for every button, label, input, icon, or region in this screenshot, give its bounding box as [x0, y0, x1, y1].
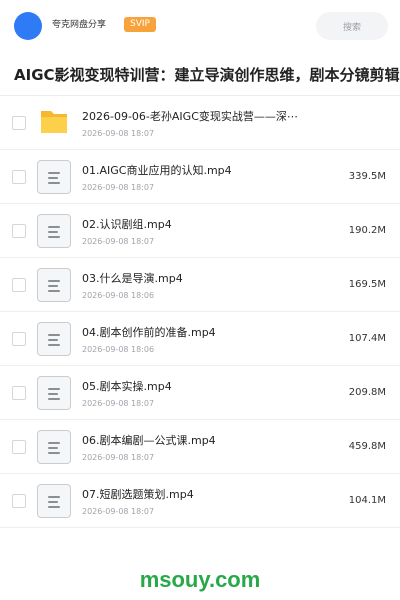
file-icon: [37, 160, 71, 194]
row-checkbox[interactable]: [12, 116, 26, 130]
file-icon: [37, 268, 71, 302]
file-name: 2026-09-06-老孙AIGC变现实战营——深⋯: [82, 110, 298, 123]
file-icon: [37, 430, 71, 464]
file-date: 2026-09-08 18:06: [82, 291, 155, 300]
row-checkbox[interactable]: [12, 332, 26, 346]
folder-icon: [41, 111, 67, 133]
file-row[interactable]: 2026-09-06-老孙AIGC变现实战营——深⋯ 2026-09-08 18:…: [0, 96, 400, 150]
share-title-bar: AIGC影视变现特训营：建立导演创作思维，剧本分镜剪辑，: [0, 52, 400, 96]
page-title: AIGC影视变现特训营：建立导演创作思维，剧本分镜剪辑，: [14, 66, 400, 84]
avatar[interactable]: [14, 12, 42, 40]
row-checkbox[interactable]: [12, 440, 26, 454]
row-checkbox[interactable]: [12, 278, 26, 292]
file-date: 2026-09-08 18:07: [82, 129, 155, 138]
file-name: 04.剧本创作前的准备.mp4: [82, 326, 216, 339]
file-name: 03.什么是导演.mp4: [82, 272, 183, 285]
file-date: 2026-09-08 18:06: [82, 345, 155, 354]
row-checkbox[interactable]: [12, 170, 26, 184]
file-date: 2026-09-08 18:07: [82, 453, 155, 462]
file-size: 459.8M: [348, 441, 386, 452]
file-row[interactable]: 07.短剧选题策划.mp4 2026-09-08 18:07 104.1M: [0, 474, 400, 528]
file-name: 01.AIGC商业应用的认知.mp4: [82, 164, 232, 177]
search-button[interactable]: 搜索: [316, 12, 388, 40]
file-row[interactable]: 04.剧本创作前的准备.mp4 2026-09-08 18:06 107.4M: [0, 312, 400, 366]
file-date: 2026-09-08 18:07: [82, 507, 155, 516]
watermark: msouy.com: [139, 567, 261, 592]
file-icon: [37, 214, 71, 248]
brand-name: 夸克网盘分享: [52, 20, 107, 30]
row-checkbox[interactable]: [12, 386, 26, 400]
file-name: 07.短剧选题策划.mp4: [82, 488, 194, 501]
file-row[interactable]: 01.AIGC商业应用的认知.mp4 2026-09-08 18:07 339.5M: [0, 150, 400, 204]
file-size: 104.1M: [348, 495, 386, 506]
svip-badge: SVIP: [124, 17, 156, 32]
file-icon: [37, 322, 71, 356]
file-row[interactable]: 02.认识剧组.mp4 2026-09-08 18:07 190.2M: [0, 204, 400, 258]
top-bar: 夸克网盘分享 SVIP 搜索: [0, 0, 400, 52]
file-icon: [37, 376, 71, 410]
file-date: 2026-09-08 18:07: [82, 183, 155, 192]
file-row[interactable]: 06.剧本编剧—公式课.mp4 2026-09-08 18:07 459.8M: [0, 420, 400, 474]
file-size: 209.8M: [348, 387, 386, 398]
file-name: 02.认识剧组.mp4: [82, 218, 172, 231]
row-checkbox[interactable]: [12, 224, 26, 238]
row-checkbox[interactable]: [12, 494, 26, 508]
file-name: 06.剧本编剧—公式课.mp4: [82, 434, 216, 447]
file-size: 107.4M: [348, 333, 386, 344]
file-row[interactable]: 03.什么是导演.mp4 2026-09-08 18:06 169.5M: [0, 258, 400, 312]
search-label: 搜索: [342, 22, 361, 33]
file-list: 2026-09-06-老孙AIGC变现实战营——深⋯ 2026-09-08 18:…: [0, 96, 400, 528]
file-row[interactable]: 05.剧本实操.mp4 2026-09-08 18:07 209.8M: [0, 366, 400, 420]
file-size: 190.2M: [348, 225, 386, 236]
file-name: 05.剧本实操.mp4: [82, 380, 172, 393]
file-date: 2026-09-08 18:07: [82, 237, 155, 246]
file-date: 2026-09-08 18:07: [82, 399, 155, 408]
file-icon: [37, 484, 71, 518]
file-size: 169.5M: [348, 279, 386, 290]
file-size: 339.5M: [348, 171, 386, 182]
